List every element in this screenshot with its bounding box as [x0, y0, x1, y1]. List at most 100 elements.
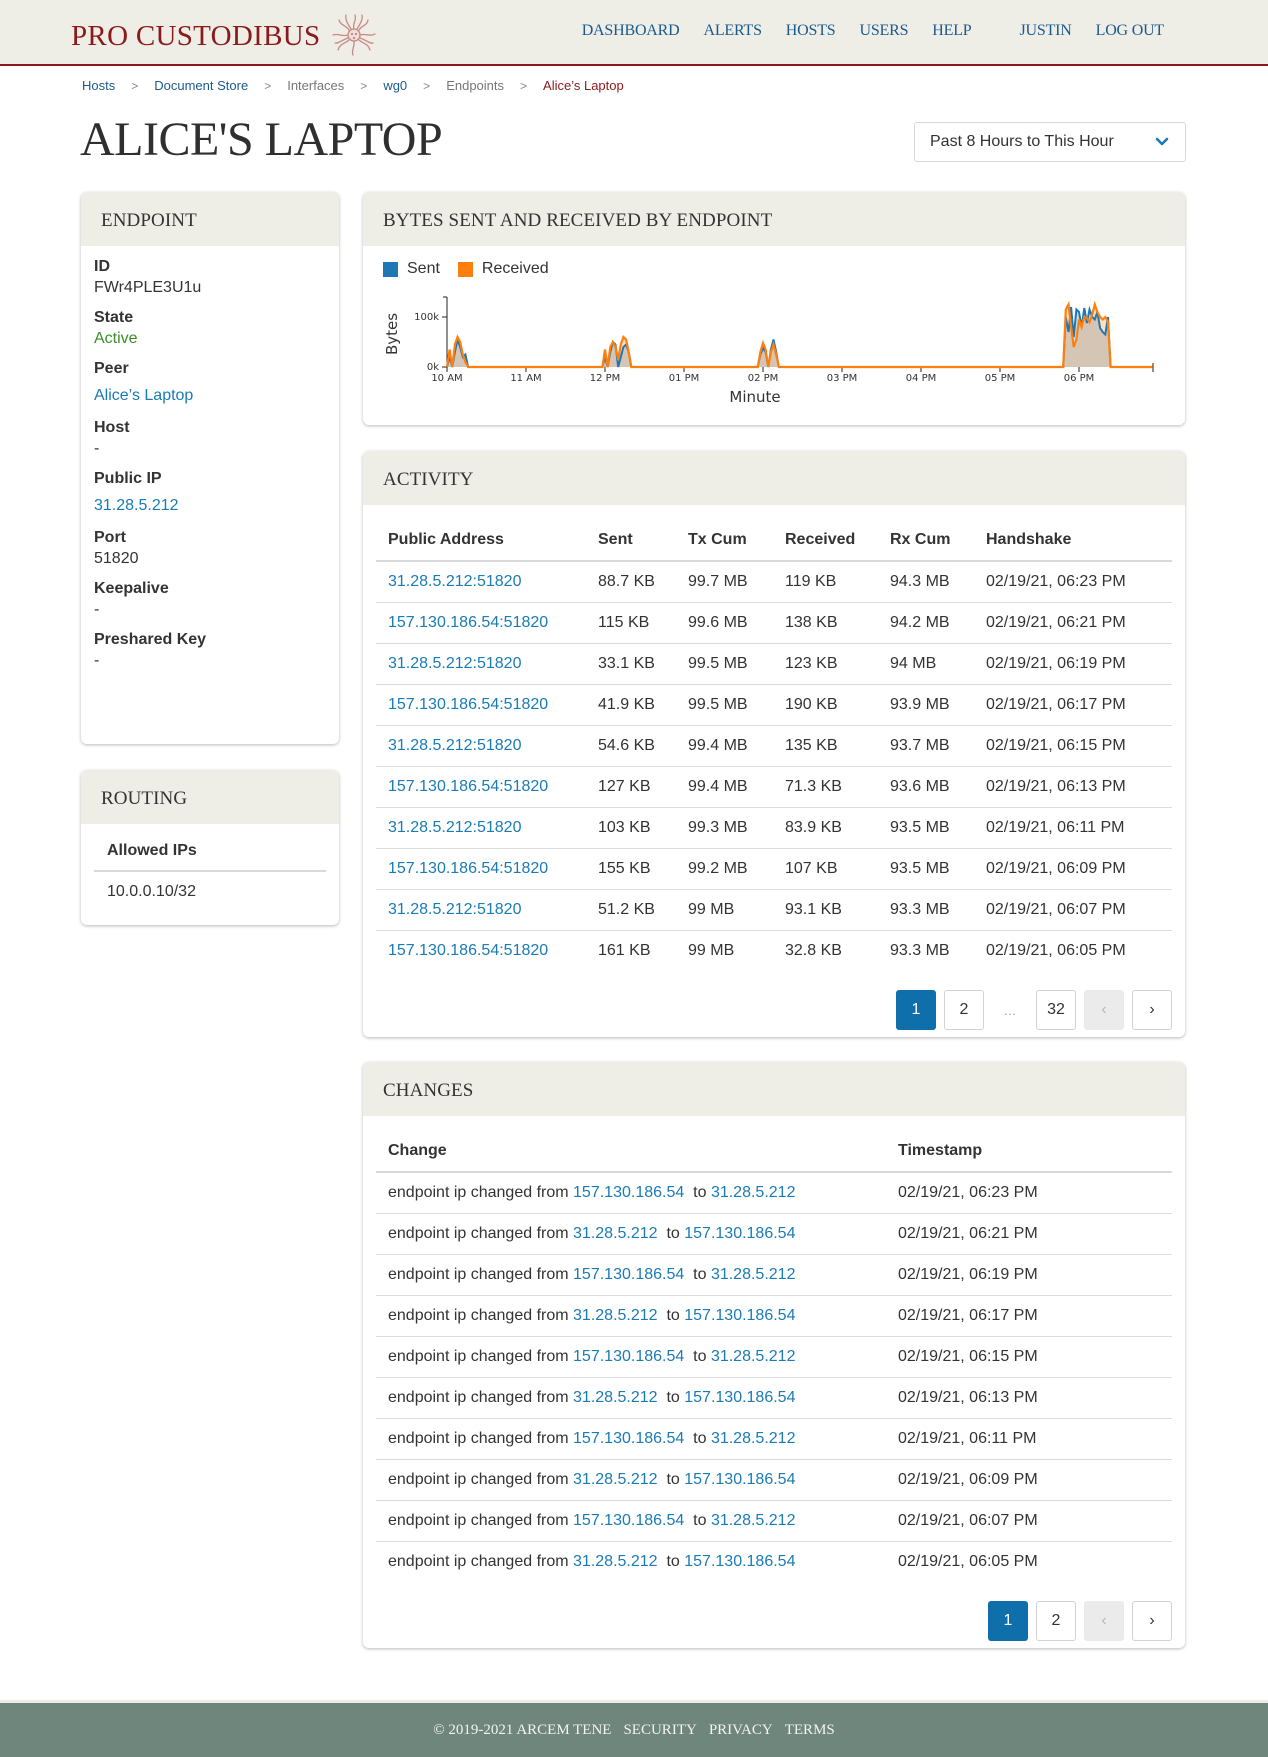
field-value-public-ip[interactable]: 31.28.5.212 — [94, 497, 326, 515]
x-tick-label: 03 PM — [827, 373, 858, 384]
column-header[interactable]: Sent — [586, 519, 676, 562]
nav-log-out[interactable]: LOG OUT — [1096, 22, 1165, 40]
page-button-32[interactable]: 32 — [1036, 990, 1076, 1030]
field-value-peer[interactable]: Alice’s Laptop — [94, 387, 326, 405]
field-value-state: Active — [94, 330, 138, 347]
change-description: endpoint ip changed from 157.130.186.54 … — [376, 1254, 886, 1296]
public-address-link[interactable]: 31.28.5.212:51820 — [376, 643, 586, 685]
x-tick-label: 11 AM — [510, 373, 541, 384]
activity-table: Public Address Sent Tx Cum Received Rx Cum Ha… — [376, 519, 1172, 971]
breadcrumb-document-store[interactable]: Document Store — [154, 78, 248, 93]
time-range-select[interactable]: Past 8 Hours to This Hour — [914, 122, 1186, 162]
footer-link-security[interactable]: SECURITY — [623, 1722, 696, 1739]
field-id: ID FWr4PLE3U1u — [81, 258, 339, 297]
activity-cell: 83.9 KB — [773, 807, 878, 849]
activity-cell: 33.1 KB — [586, 643, 676, 685]
nav-users[interactable]: USERS — [859, 22, 908, 40]
change-joiner: to — [693, 1429, 707, 1447]
from-ip-link[interactable]: 31.28.5.212 — [573, 1389, 658, 1406]
to-ip-link[interactable]: 31.28.5.212 — [711, 1184, 796, 1201]
from-ip-link[interactable]: 31.28.5.212 — [573, 1225, 658, 1242]
nav-dashboard[interactable]: DASHBOARD — [582, 22, 680, 40]
activity-cell: 02/19/21, 06:11 PM — [974, 807, 1172, 849]
footer-link-terms[interactable]: TERMS — [785, 1722, 835, 1739]
to-ip-link[interactable]: 157.130.186.54 — [684, 1553, 795, 1570]
change-description: endpoint ip changed from 31.28.5.212 to … — [376, 1377, 886, 1419]
to-ip-link[interactable]: 157.130.186.54 — [684, 1471, 795, 1488]
next-page-button[interactable]: › — [1132, 990, 1172, 1030]
change-row: endpoint ip changed from 157.130.186.54 … — [376, 1172, 1172, 1214]
to-ip-link[interactable]: 157.130.186.54 — [684, 1307, 795, 1324]
from-ip-link[interactable]: 157.130.186.54 — [573, 1266, 684, 1283]
from-ip-link[interactable]: 31.28.5.212 — [573, 1553, 658, 1570]
nav-alerts[interactable]: ALERTS — [703, 22, 761, 40]
column-header[interactable]: Timestamp — [886, 1130, 1172, 1173]
next-page-button[interactable]: › — [1132, 1601, 1172, 1641]
change-row: endpoint ip changed from 157.130.186.54 … — [376, 1254, 1172, 1296]
public-address-link[interactable]: 157.130.186.54:51820 — [376, 848, 586, 890]
to-ip-link[interactable]: 31.28.5.212 — [711, 1512, 796, 1529]
from-ip-link[interactable]: 31.28.5.212 — [573, 1471, 658, 1488]
routing-card: ROUTING Allowed IPs 10.0.0.10/32 — [81, 770, 339, 925]
footer-link-privacy[interactable]: PRIVACY — [709, 1722, 773, 1739]
public-address-link[interactable]: 31.28.5.212:51820 — [376, 889, 586, 931]
x-tick-label: 04 PM — [906, 373, 937, 384]
change-joiner: to — [693, 1347, 707, 1365]
from-ip-link[interactable]: 157.130.186.54 — [573, 1184, 684, 1201]
breadcrumb-hosts[interactable]: Hosts — [82, 78, 115, 93]
column-header[interactable]: Received — [773, 519, 878, 562]
from-ip-link[interactable]: 157.130.186.54 — [573, 1512, 684, 1529]
activity-cell: 94.2 MB — [878, 602, 974, 644]
from-ip-link[interactable]: 31.28.5.212 — [573, 1307, 658, 1324]
to-ip-link[interactable]: 31.28.5.212 — [711, 1266, 796, 1283]
change-description: endpoint ip changed from 157.130.186.54 … — [376, 1336, 886, 1378]
nav-user-profile[interactable]: JUSTIN — [1019, 22, 1071, 40]
column-header[interactable]: Rx Cum — [878, 519, 974, 562]
activity-cell: 107 KB — [773, 848, 878, 890]
change-timestamp: 02/19/21, 06:07 PM — [886, 1500, 1172, 1542]
public-address-link[interactable]: 157.130.186.54:51820 — [376, 602, 586, 644]
public-address-link[interactable]: 31.28.5.212:51820 — [376, 807, 586, 849]
page-button-2[interactable]: 2 — [1036, 1601, 1076, 1641]
to-ip-link[interactable]: 31.28.5.212 — [711, 1348, 796, 1365]
nav-help[interactable]: HELP — [932, 22, 971, 40]
endpoint-card-title: ENDPOINT — [81, 192, 339, 246]
column-header[interactable]: Handshake — [974, 519, 1172, 562]
to-ip-link[interactable]: 31.28.5.212 — [711, 1430, 796, 1447]
top-navbar: PRO CUSTODIBUS DASHBOARD ALERTS HOSTS US… — [0, 0, 1268, 66]
breadcrumb-wg0[interactable]: wg0 — [383, 78, 407, 93]
activity-cell: 123 KB — [773, 643, 878, 685]
prev-page-button[interactable]: ‹ — [1084, 1601, 1124, 1641]
to-ip-link[interactable]: 157.130.186.54 — [684, 1389, 795, 1406]
field-public-ip: Public IP 31.28.5.212 — [81, 470, 339, 515]
footer-copyright: © 2019-2021 ARCEM TENE — [433, 1721, 612, 1738]
public-address-link[interactable]: 31.28.5.212:51820 — [376, 725, 586, 767]
activity-row: 31.28.5.212:51820 103 KB 99.3 MB 83.9 KB 93.… — [376, 807, 1172, 849]
brand[interactable]: PRO CUSTODIBUS — [71, 14, 378, 58]
sent-line — [446, 305, 1112, 368]
field-value-port: 51820 — [94, 550, 139, 567]
page-button-2[interactable]: 2 — [944, 990, 984, 1030]
column-header[interactable]: Change — [376, 1130, 886, 1173]
public-address-link[interactable]: 157.130.186.54:51820 — [376, 930, 586, 971]
public-address-link[interactable]: 157.130.186.54:51820 — [376, 766, 586, 808]
change-timestamp: 02/19/21, 06:15 PM — [886, 1336, 1172, 1378]
from-ip-link[interactable]: 157.130.186.54 — [573, 1430, 684, 1447]
activity-cell: 93.3 MB — [890, 941, 950, 959]
public-address-link[interactable]: 157.130.186.54:51820 — [376, 684, 586, 726]
page-button-1[interactable]: 1 — [896, 990, 936, 1030]
change-prefix: endpoint ip changed from — [388, 1552, 569, 1570]
public-address-link[interactable]: 31.28.5.212:51820 — [376, 561, 586, 603]
change-timestamp: 02/19/21, 06:19 PM — [886, 1254, 1172, 1296]
change-joiner: to — [693, 1265, 707, 1283]
page-button-1[interactable]: 1 — [988, 1601, 1028, 1641]
prev-page-button[interactable]: ‹ — [1084, 990, 1124, 1030]
field-keepalive: Keepalive - — [81, 580, 339, 619]
nav-hosts[interactable]: HOSTS — [786, 22, 836, 40]
activity-cell: 99.3 MB — [676, 807, 773, 849]
from-ip-link[interactable]: 157.130.186.54 — [573, 1348, 684, 1365]
activity-cell: 02/19/21, 06:15 PM — [974, 725, 1172, 767]
to-ip-link[interactable]: 157.130.186.54 — [684, 1225, 795, 1242]
column-header[interactable]: Tx Cum — [676, 519, 773, 562]
column-header[interactable]: Public Address — [376, 519, 586, 562]
